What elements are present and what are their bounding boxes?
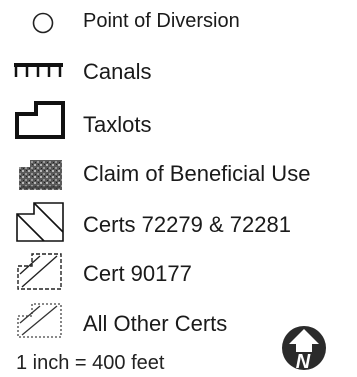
north-arrow-icon: N <box>282 326 326 372</box>
canal-line-icon <box>14 63 63 77</box>
legend-label: Point of Diversion <box>83 10 240 32</box>
dashed-hatched-polygon-icon <box>17 253 62 290</box>
map-legend: Point of Diversion Canals Taxlots Claim … <box>0 0 357 377</box>
legend-label: Canals <box>83 59 152 84</box>
dotted-hatched-polygon-icon <box>17 303 62 338</box>
legend-label: Certs 72279 & 72281 <box>83 212 291 237</box>
legend-label: Claim of Beneficial Use <box>83 161 311 186</box>
legend-label: Taxlots <box>83 112 152 137</box>
taxlot-polygon-icon <box>15 101 65 139</box>
scale-text: 1 inch = 400 feet <box>16 352 165 374</box>
legend-label: Cert 90177 <box>83 261 192 286</box>
legend-label: All Other Certs <box>83 311 228 336</box>
north-arrow-letter: N <box>296 351 311 372</box>
stippled-fill-icon <box>19 160 62 190</box>
circle-icon <box>32 12 54 34</box>
hatched-polygon-icon <box>16 202 64 242</box>
